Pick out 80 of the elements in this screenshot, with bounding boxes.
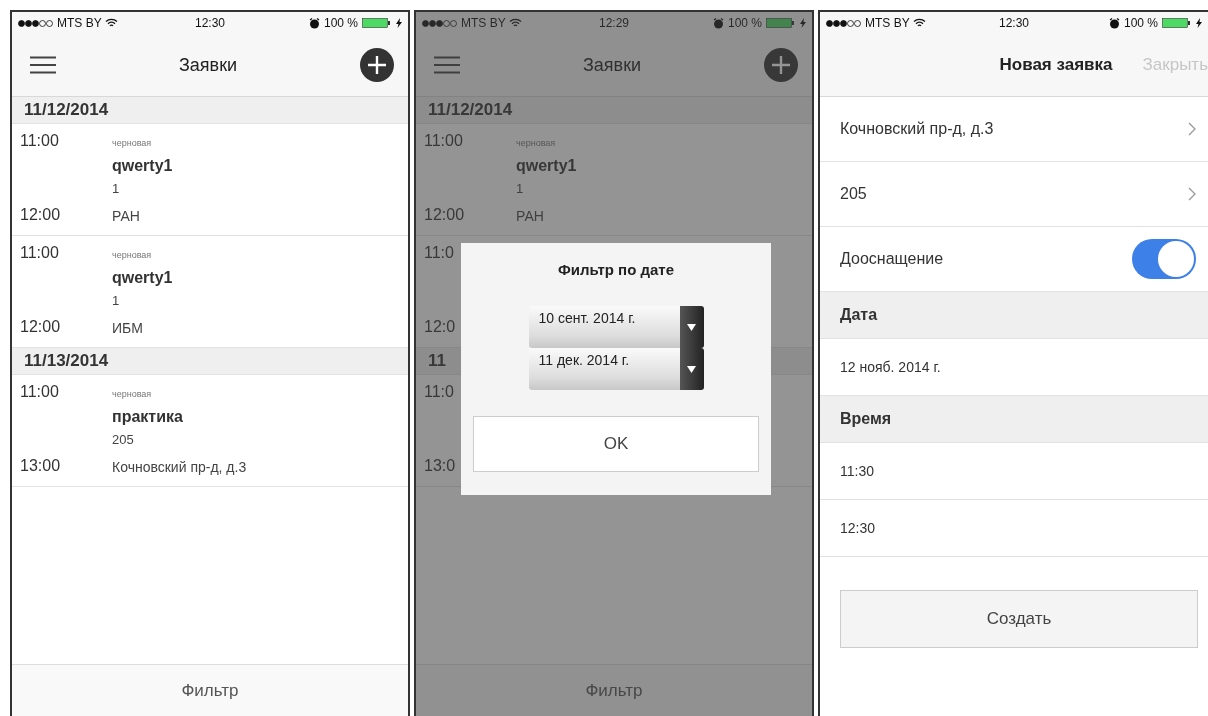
battery-icon: [766, 18, 796, 28]
toggle-switch[interactable]: [1132, 239, 1196, 279]
status-label: черновая: [112, 389, 152, 399]
caret-icon: [687, 365, 696, 373]
end-time: 12:00: [20, 206, 62, 224]
clock-time: 12:29: [599, 16, 629, 30]
end-time: 12:00: [424, 206, 466, 224]
alarm-icon: [1108, 17, 1120, 29]
field-value: 12:30: [840, 520, 876, 536]
request-name: qwerty1: [516, 157, 577, 175]
clock-time: 12:30: [999, 16, 1029, 30]
create-button[interactable]: Создать: [840, 590, 1198, 648]
start-time: 11:00: [20, 132, 60, 150]
section-header: Дата: [840, 306, 878, 324]
filter-button[interactable]: Фильтр: [12, 664, 408, 716]
charging-icon: [800, 18, 806, 28]
menu-icon: [30, 56, 56, 74]
date-picker[interactable]: 10 сент. 2014 г.: [528, 306, 704, 348]
add-button[interactable]: [360, 48, 394, 82]
end-time: 13:00: [20, 457, 62, 475]
signal-icon: [18, 19, 54, 27]
room-number: 1: [112, 180, 120, 196]
field-value: 12 нояб. 2014 г.: [840, 359, 941, 375]
carrier-name: MTS BY: [461, 16, 506, 30]
ok-button[interactable]: OK: [473, 416, 759, 472]
screen-title: Новая заявка: [999, 55, 1113, 75]
date-header: 11/12/2014: [12, 97, 408, 124]
battery-percent: 100 %: [323, 16, 358, 30]
charging-icon: [396, 18, 402, 28]
room-number: 205: [112, 431, 134, 447]
end-time: 12:0: [424, 318, 457, 336]
date-picker[interactable]: 11 дек. 2014 г.: [528, 348, 704, 390]
plus-icon: [764, 48, 798, 82]
place-label: РАН: [516, 208, 544, 224]
place-label: Кочновский пр-д, д.3: [112, 459, 247, 475]
battery-icon: [1162, 18, 1192, 28]
start-time: 11:00: [20, 383, 60, 401]
caret-icon: [687, 323, 696, 331]
dialog-title: Фильтр по дате: [557, 261, 675, 278]
wifi-icon: [912, 18, 926, 28]
wifi-icon: [508, 18, 522, 28]
plus-icon: [360, 48, 394, 82]
battery-percent: 100 %: [1123, 16, 1158, 30]
end-time: 13:0: [424, 457, 457, 475]
option-label: Дооснащение: [840, 250, 944, 268]
room-number: 1: [112, 292, 120, 308]
place-label: ИБМ: [112, 320, 143, 336]
carrier-name: MTS BY: [865, 16, 910, 30]
start-time: 11:0: [424, 383, 455, 401]
chevron-icon: [1188, 122, 1196, 136]
battery-percent: 100 %: [727, 16, 762, 30]
end-time: 12:00: [20, 318, 62, 336]
request-name: практика: [112, 408, 183, 426]
carrier-name: MTS BY: [57, 16, 102, 30]
menu-icon: [434, 56, 460, 74]
request-name: qwerty1: [112, 269, 173, 287]
status-label: черновая: [112, 250, 152, 260]
wifi-icon: [104, 18, 118, 28]
start-time: 11:00: [20, 244, 60, 262]
charging-icon: [1196, 18, 1202, 28]
chevron-icon: [1188, 187, 1196, 201]
start-time: 11:00: [424, 132, 464, 150]
field-value: 11:30: [840, 463, 874, 479]
signal-icon: [422, 19, 458, 27]
signal-icon: [826, 19, 862, 27]
date-header: 11/12/2014: [416, 97, 812, 124]
date-header: 11/13/2014: [12, 348, 408, 375]
battery-icon: [362, 18, 392, 28]
room-number: 1: [516, 180, 524, 196]
start-time: 11:0: [424, 244, 455, 262]
screen-title: Заявки: [582, 54, 642, 76]
screen-title: Заявки: [178, 54, 238, 76]
alarm-icon: [308, 17, 320, 29]
place-label: РАН: [112, 208, 140, 224]
section-header: Время: [840, 410, 892, 428]
alarm-icon: [712, 17, 724, 29]
clock-time: 12:30: [195, 16, 225, 30]
status-label: черновая: [112, 138, 152, 148]
menu-button[interactable]: [30, 56, 56, 74]
request-name: qwerty1: [112, 157, 173, 175]
